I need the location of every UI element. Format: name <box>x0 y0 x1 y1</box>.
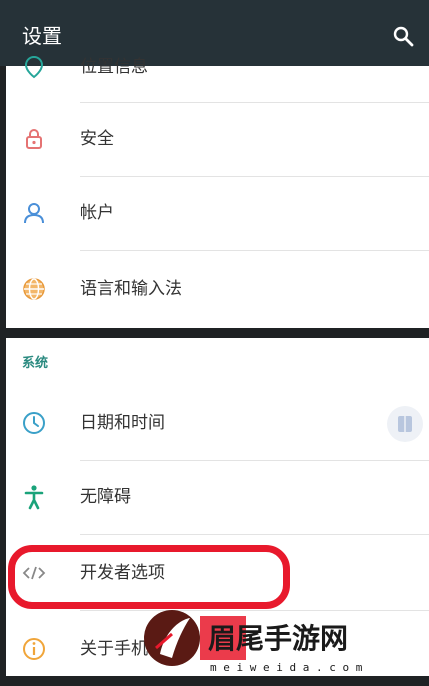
clock-icon <box>23 412 45 434</box>
floating-assist-button[interactable] <box>387 406 423 442</box>
location-icon <box>24 55 44 79</box>
watermark-logo: 眉尾手游网 m e i w e i d a . c o m <box>144 610 363 674</box>
settings-item-language[interactable]: 语言和输入法 <box>6 252 429 326</box>
status-bar <box>359 0 429 8</box>
settings-card-device: 位置信息 安全 帐户 语言和输入法 <box>6 55 429 328</box>
settings-item-label: 位置信息 <box>80 57 148 77</box>
info-icon <box>23 638 45 660</box>
divider <box>80 534 429 535</box>
book-icon <box>398 416 412 432</box>
settings-item-label: 日期和时间 <box>80 413 165 433</box>
settings-item-location[interactable]: 位置信息 <box>6 30 429 104</box>
highlight-annotation <box>8 545 290 609</box>
settings-item-label: 帐户 <box>80 203 114 223</box>
settings-item-security[interactable]: 安全 <box>6 102 429 176</box>
divider <box>80 250 429 251</box>
settings-item-accounts[interactable]: 帐户 <box>6 176 429 250</box>
settings-item-label: 安全 <box>80 129 114 149</box>
settings-item-label: 关于手机 <box>80 639 148 659</box>
settings-item-accessibility[interactable]: 无障碍 <box>6 460 429 534</box>
settings-item-date-time[interactable]: 日期和时间 <box>6 386 429 460</box>
person-icon <box>24 203 44 224</box>
globe-icon <box>23 278 45 300</box>
lock-icon <box>26 129 42 149</box>
watermark-title: 眉尾手游网 <box>208 622 348 655</box>
section-header-system: 系统 <box>22 356 49 371</box>
accessibility-icon <box>24 485 44 510</box>
watermark-domain: m e i w e i d a . c o m <box>210 661 363 674</box>
settings-item-label: 无障碍 <box>80 487 131 507</box>
settings-item-label: 语言和输入法 <box>80 279 182 299</box>
